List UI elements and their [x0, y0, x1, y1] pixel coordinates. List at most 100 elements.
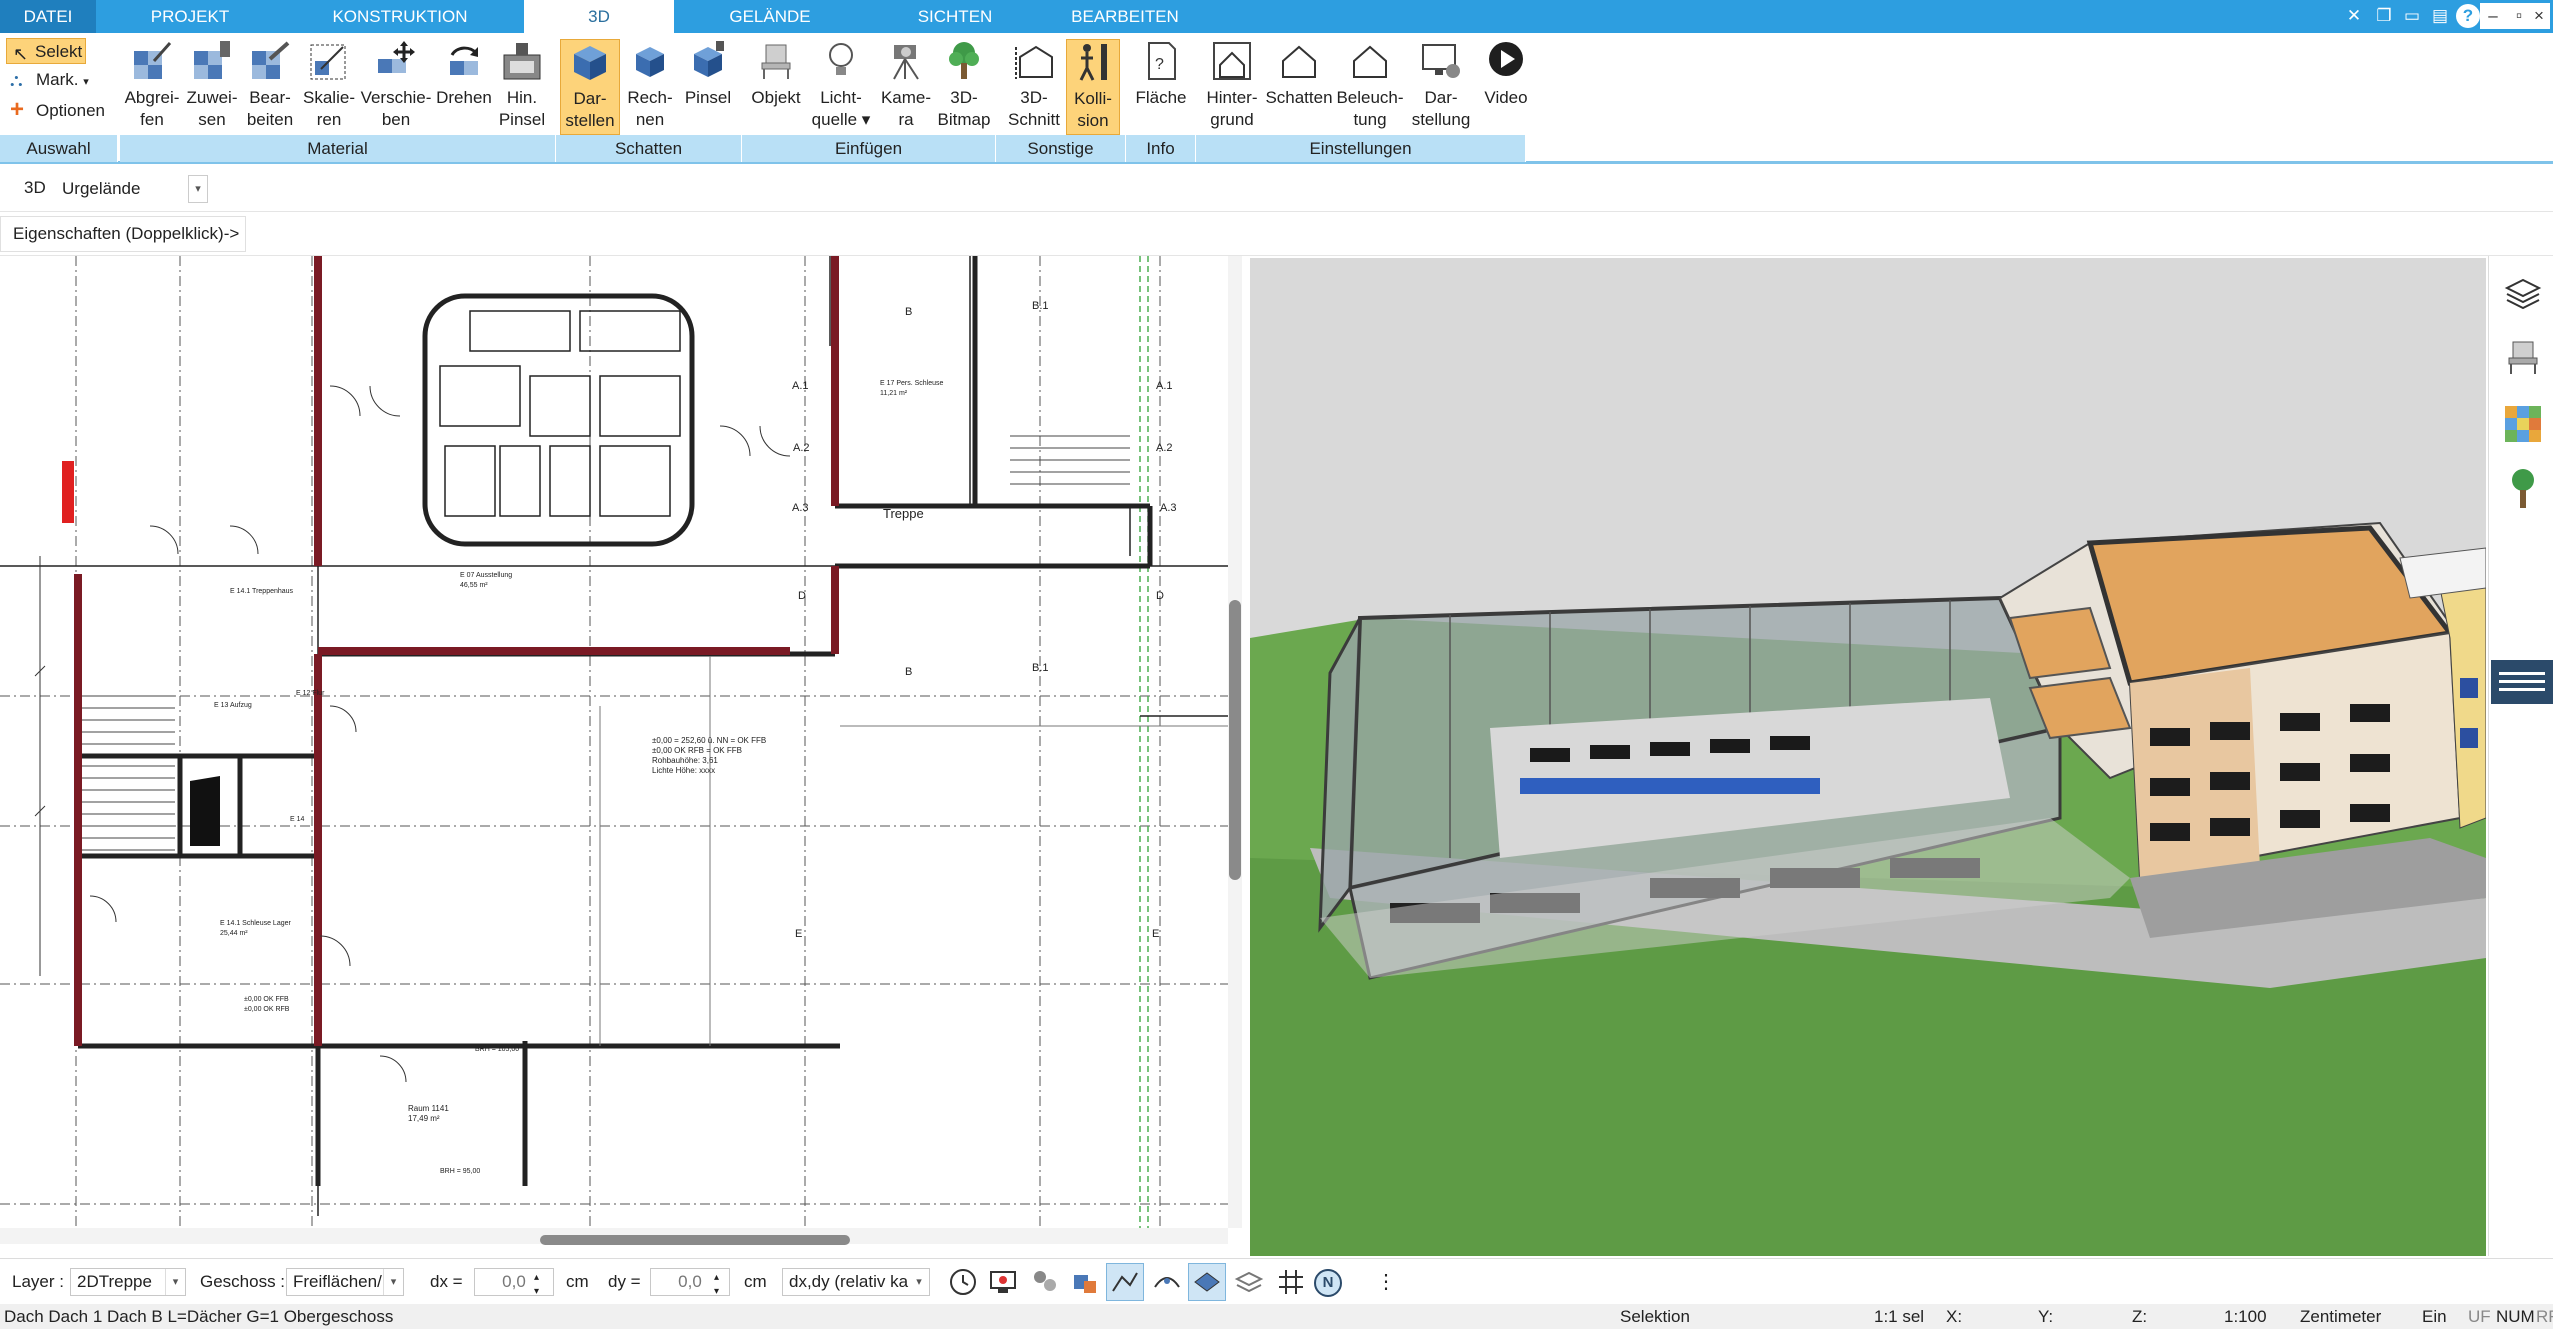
- help-icon[interactable]: ?: [2456, 4, 2480, 28]
- terrain-select[interactable]: Urgelände ▾: [56, 175, 208, 204]
- flaeche-button[interactable]: ? Fläche: [1130, 39, 1192, 135]
- monitor-icon: [1422, 44, 1460, 78]
- schatten-label-1: Schatten: [1265, 88, 1333, 107]
- room-label-e14: E 14: [290, 816, 305, 823]
- tab-projekt[interactable]: PROJEKT: [110, 0, 270, 33]
- chevron-down-icon[interactable]: ▾: [188, 175, 208, 203]
- plan-horizontal-scroll-thumb[interactable]: [540, 1235, 850, 1245]
- status-bar: Dach Dach 1 Dach B L=Dächer G=1 Obergesc…: [0, 1304, 2553, 1329]
- axis-label-e-left: E: [795, 928, 803, 940]
- bitmap-label-1: 3D-: [950, 88, 978, 107]
- layer-label: Layer :: [12, 1272, 64, 1291]
- minimize-button[interactable]: –: [2480, 3, 2506, 29]
- dx-value: 0,0: [502, 1272, 526, 1291]
- more-options-icon[interactable]: ⋮: [1376, 1259, 1396, 1305]
- chevron-down-icon[interactable]: ▾: [165, 1269, 185, 1295]
- status-scale: 1:100: [2224, 1307, 2267, 1326]
- chevron-down-icon[interactable]: ▾: [383, 1269, 403, 1295]
- schatten-einst-button[interactable]: Schatten: [1264, 39, 1334, 135]
- tab-gelaende[interactable]: GELÄNDE: [690, 0, 850, 33]
- chair-icon: [761, 44, 791, 79]
- room-area-e141: 25,44 m²: [220, 930, 248, 937]
- tab-sichten[interactable]: SICHTEN: [880, 0, 1030, 33]
- tab-3d[interactable]: 3D: [524, 0, 674, 33]
- plan-vertical-scroll-thumb[interactable]: [1229, 600, 1241, 880]
- darstellung-button[interactable]: Dar- stellung: [1406, 39, 1476, 135]
- layer-select[interactable]: 2DTreppe ▾: [70, 1268, 186, 1296]
- drehen-button[interactable]: Drehen: [434, 39, 494, 135]
- plane-icon[interactable]: [1192, 1267, 1222, 1297]
- materials-icon[interactable]: [2503, 404, 2543, 444]
- verschieben-button[interactable]: Verschie- ben: [358, 39, 434, 135]
- screen-record-icon[interactable]: [988, 1267, 1018, 1297]
- snap-line-icon[interactable]: [1110, 1267, 1140, 1297]
- 3d-view[interactable]: [1250, 258, 2486, 1256]
- objekt-button[interactable]: Objekt: [746, 39, 806, 135]
- assign-icon: [194, 41, 230, 79]
- dx-input[interactable]: 0,0: [474, 1268, 554, 1296]
- tab-datei[interactable]: DATEI: [0, 0, 96, 33]
- brh-label-2: BRH = 95,00: [440, 1168, 481, 1175]
- abgreifen-button[interactable]: Abgrei- fen: [120, 39, 184, 135]
- geschoss-select[interactable]: Freiflächen/▾: [286, 1268, 404, 1296]
- bitmap-label-2: Bitmap: [937, 110, 991, 129]
- kollision-label-2: sion: [1077, 111, 1109, 130]
- layers-icon[interactable]: [2503, 276, 2543, 316]
- mark-button[interactable]: ⛬ Mark. ▾: [6, 67, 100, 93]
- layout-icon[interactable]: ▤: [2428, 4, 2452, 28]
- dy-value: 0,0: [678, 1272, 702, 1291]
- north-icon[interactable]: N: [1314, 1269, 1342, 1297]
- scale-icon: [310, 44, 346, 80]
- axis-label-a2-right: A.2: [1156, 442, 1173, 454]
- skalieren-button[interactable]: Skalie- ren: [300, 39, 358, 135]
- video-button[interactable]: Video: [1476, 39, 1536, 135]
- close-button[interactable]: ×: [2528, 3, 2550, 29]
- status-message: Dach Dach 1 Dach B L=Dächer G=1 Obergesc…: [4, 1307, 394, 1326]
- optionen-button[interactable]: + Optionen: [6, 97, 110, 124]
- 3d-bitmap-button[interactable]: 3D- Bitmap: [936, 39, 992, 135]
- furniture-icon[interactable]: [2503, 336, 2543, 376]
- grid-icon[interactable]: [1276, 1267, 1306, 1297]
- group-objects-icon[interactable]: [1030, 1267, 1060, 1297]
- cube-compute-icon: [636, 47, 664, 77]
- snap-curve-icon[interactable]: [1152, 1267, 1182, 1297]
- selekt-button[interactable]: ↖ Selekt: [6, 38, 86, 64]
- tools-icon[interactable]: ✕: [2342, 4, 2366, 28]
- hintergrund-label-1: Hinter-: [1206, 88, 1258, 107]
- skalieren-label-2: ren: [316, 110, 342, 129]
- panel-toggle-button[interactable]: [2491, 660, 2553, 704]
- kamera-button[interactable]: Kame- ra: [876, 39, 936, 135]
- abgreifen-label-2: fen: [140, 110, 164, 129]
- bearbeiten-material-button[interactable]: Bear- beiten: [240, 39, 300, 135]
- pinsel-schatten-button[interactable]: Pinsel: [680, 39, 736, 135]
- cube-group-icon[interactable]: [1070, 1267, 1100, 1297]
- group-schatten: Schatten: [556, 135, 742, 162]
- properties-hint[interactable]: Eigenschaften (Doppelklick)->: [0, 216, 246, 252]
- hintergrund-button[interactable]: Hinter- grund: [1200, 39, 1264, 135]
- floor-plan-drawing: [0, 256, 1228, 1228]
- copy-icon[interactable]: ❐: [2372, 4, 2396, 28]
- beleuchtung-button[interactable]: Beleuch- tung: [1334, 39, 1406, 135]
- floor-plan-view[interactable]: Treppe A.1 A.1 A.2 A.2 A.3 A.3 D D E E B…: [0, 256, 1228, 1228]
- coordinate-mode-select[interactable]: dx,dy (relativ ka ▾: [782, 1268, 930, 1296]
- darstellen-button[interactable]: Dar- stellen: [560, 39, 620, 135]
- windows-icon[interactable]: ▭: [2400, 4, 2424, 28]
- rechnen-button[interactable]: Rech- nen: [622, 39, 678, 135]
- plants-icon[interactable]: [2503, 466, 2543, 510]
- kollision-button[interactable]: Kolli- sion: [1066, 39, 1120, 135]
- 3d-schnitt-button[interactable]: 3D- Schnitt: [1004, 39, 1064, 135]
- bearbeiten-label-1: Bear-: [249, 88, 291, 107]
- tab-bearbeiten[interactable]: BEARBEITEN: [1040, 0, 1210, 33]
- clock-icon[interactable]: [948, 1267, 978, 1297]
- hin-pinsel-button[interactable]: Hin. Pinsel: [494, 39, 550, 135]
- zuweisen-label-2: sen: [198, 110, 226, 129]
- right-sidebar: [2488, 256, 2553, 1256]
- darstellen-label-1: Dar-: [573, 89, 607, 108]
- tab-konstruktion[interactable]: KONSTRUKTION: [300, 0, 500, 33]
- layers-stack-icon[interactable]: [1234, 1267, 1264, 1297]
- lichtquelle-button[interactable]: Licht- quelle ▾: [808, 39, 874, 135]
- cursor-icon: ↖: [13, 44, 29, 64]
- room-label-e141: E 14.1 Schleuse Lager: [220, 920, 291, 927]
- chevron-down-icon[interactable]: ▾: [909, 1269, 929, 1295]
- zuweisen-button[interactable]: Zuwei- sen: [184, 39, 240, 135]
